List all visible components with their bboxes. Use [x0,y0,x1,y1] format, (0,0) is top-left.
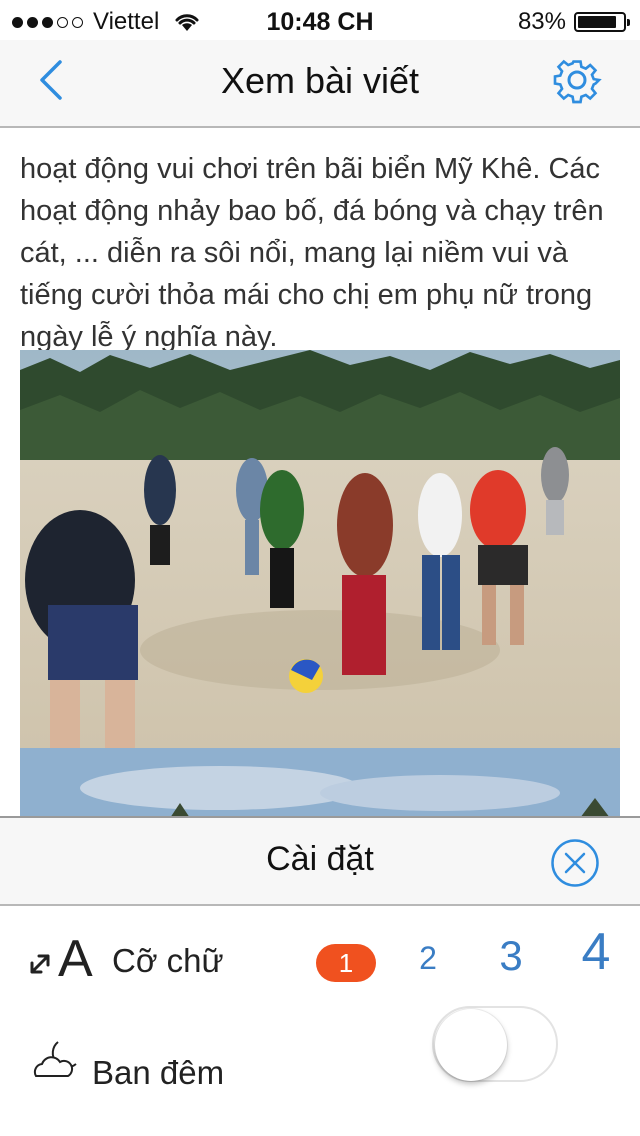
status-bar: Viettel 10:48 CH 83% [0,0,640,40]
battery-status: 83% [517,8,630,36]
font-size-label: Cỡ chữ [112,942,224,979]
moon-cloud-icon [33,1041,77,1077]
article-paragraph: hoạt động vui chơi trên bãi biển Mỹ Khê.… [20,153,604,353]
font-size-option-2[interactable]: 2 [405,940,451,977]
settings-header: Cài đặt [0,816,640,906]
gear-icon[interactable] [552,54,602,106]
font-size-option-3[interactable]: 3 [486,932,536,980]
article-body: hoạt động vui chơi trên bãi biển Mỹ Khê.… [20,128,625,358]
navigation-bar: Xem bài viết [0,40,640,128]
article-photo [20,350,620,748]
font-size-icon: A [30,930,93,980]
cut-off-line [20,128,625,148]
article-photo-second [20,748,620,816]
night-mode-label: Ban đêm [92,1054,225,1091]
font-size-row: A Cỡ chữ 1 2 3 4 [0,906,640,1016]
settings-panel: A Cỡ chữ 1 2 3 4 Ban đêm [0,906,640,1136]
settings-title: Cài đặt [266,840,374,878]
font-size-option-4[interactable]: 4 [568,922,624,982]
svg-text:A: A [58,930,93,980]
night-mode-toggle[interactable] [432,1006,558,1082]
close-circle-icon[interactable] [550,838,600,888]
battery-icon [574,12,630,32]
article-content[interactable]: hoạt động vui chơi trên bãi biển Mỹ Khê.… [0,128,640,816]
toggle-knob [435,1009,507,1081]
battery-percent: 83% [517,8,566,35]
font-size-option-1[interactable]: 1 [316,944,376,982]
page-title: Xem bài viết [220,60,420,101]
